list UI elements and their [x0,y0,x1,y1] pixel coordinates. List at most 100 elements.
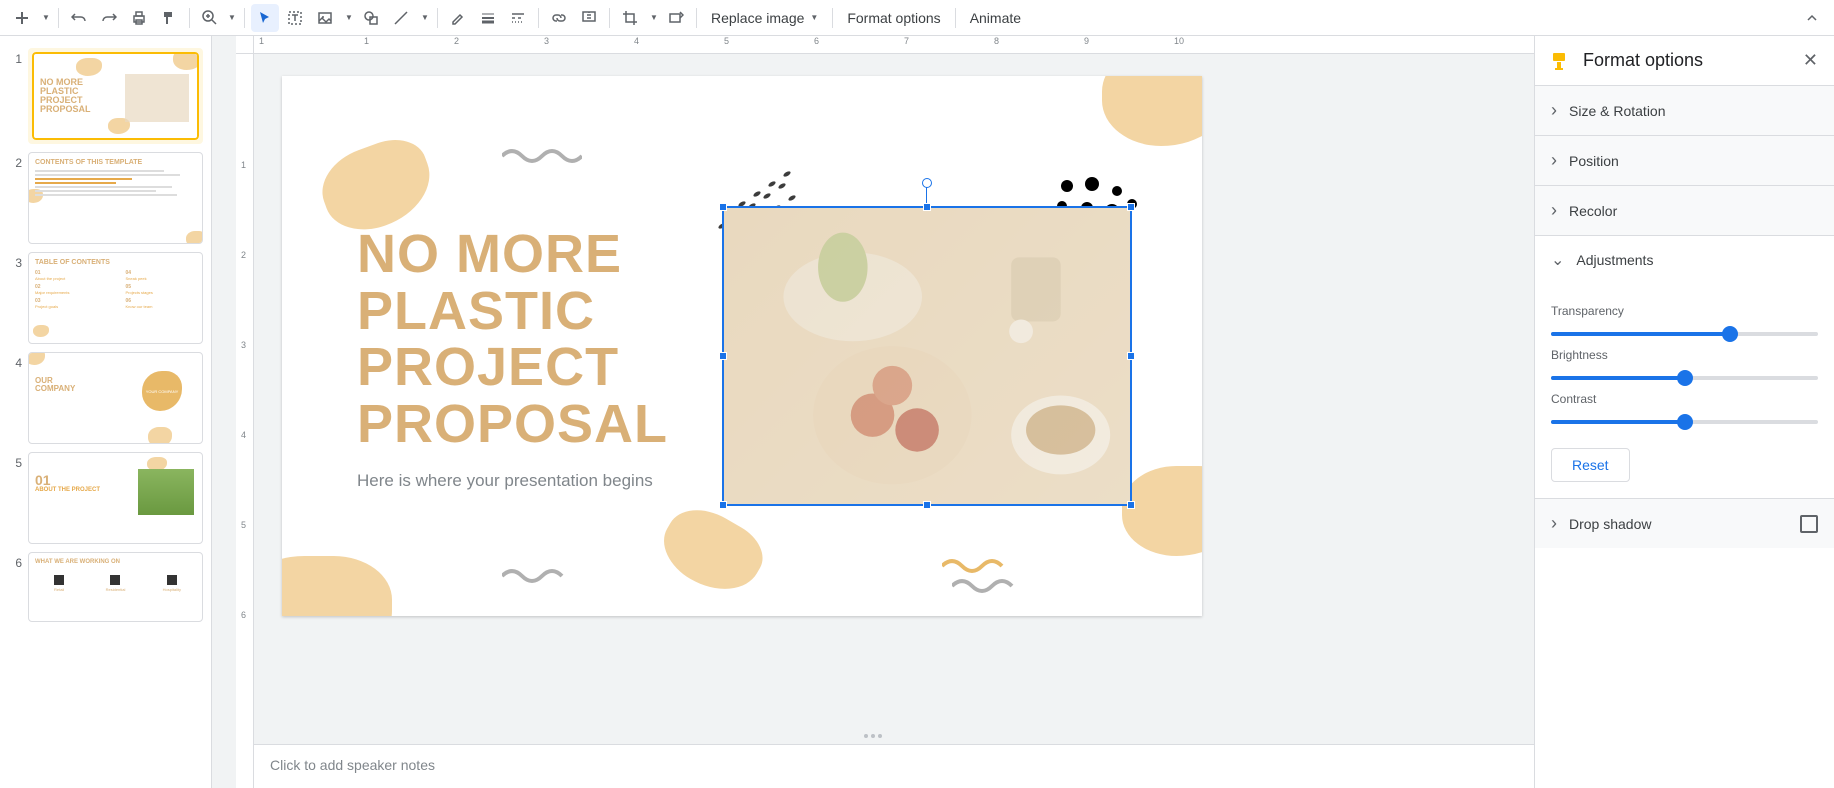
new-slide-dropdown[interactable]: ▼ [38,4,52,32]
thumb-number: 3 [8,252,22,344]
slide-thumbnails-panel: 1 NO MOREPLASTICPROJECTPROPOSAL 2 CONTEN… [0,36,212,788]
decoration-squiggle [952,576,1022,596]
separator [437,8,438,28]
decoration-blob [651,496,773,607]
section-drop-shadow[interactable]: › Drop shadow [1535,499,1834,548]
toolbar: ▼ ▼ ▼ ▼ ▼ Replace image▼ Format options … [0,0,1834,36]
chevron-right-icon: › [1551,513,1557,534]
slide-title: NO MORE PLASTIC PROJECT PROPOSAL [357,226,668,453]
resize-handle-tm[interactable] [923,203,931,211]
drop-shadow-checkbox[interactable] [1800,515,1818,533]
contrast-label: Contrast [1551,392,1818,406]
selected-image[interactable] [722,206,1132,506]
collapse-toolbar-button[interactable] [1798,4,1826,32]
section-position[interactable]: › Position [1535,136,1834,185]
resize-handle-tl[interactable] [719,203,727,211]
thumb-number: 5 [8,452,22,544]
decoration-squiggle [502,566,572,586]
section-size-rotation[interactable]: › Size & Rotation [1535,86,1834,135]
separator [538,8,539,28]
select-tool[interactable] [251,4,279,32]
shape-tool[interactable] [357,4,385,32]
decoration-squiggle [502,146,582,166]
slide-thumbnail[interactable]: TABLE OF CONTENTS 01 About the project 0… [28,252,203,344]
rotation-handle[interactable] [922,178,932,188]
brightness-label: Brightness [1551,348,1818,362]
slide-thumbnail[interactable]: 01 ABOUT THE PROJECT [28,452,203,544]
slide-thumbnail[interactable]: CONTENTS OF THIS TEMPLATE [28,152,203,244]
decoration-blob [1102,76,1202,146]
crop-button[interactable] [616,4,644,32]
vertical-ruler[interactable]: 1 2 3 4 5 6 [236,54,254,788]
separator [244,8,245,28]
thumb-number: 2 [8,152,22,244]
resize-handle-ml[interactable] [719,352,727,360]
separator [189,8,190,28]
thumb-number: 1 [8,48,22,144]
decoration-squiggle [942,556,1012,576]
resize-handle-br[interactable] [1127,501,1135,509]
thumb-number: 6 [8,552,22,622]
replace-image-button[interactable]: Replace image▼ [703,4,826,32]
brightness-slider[interactable] [1551,376,1818,380]
line-dropdown[interactable]: ▼ [417,4,431,32]
transparency-label: Transparency [1551,304,1818,318]
slide-thumbnail[interactable]: WHAT WE ARE WORKING ON Retail Residentia… [28,552,203,622]
section-adjustments[interactable]: ⌄ Adjustments [1535,236,1834,284]
border-color-button[interactable] [444,4,472,32]
paint-format-button[interactable] [155,4,183,32]
textbox-tool[interactable] [281,4,309,32]
animate-button[interactable]: Animate [962,4,1029,32]
decoration-blob [1122,466,1202,556]
zoom-dropdown[interactable]: ▼ [224,4,238,32]
separator [955,8,956,28]
close-panel-button[interactable]: ✕ [1803,50,1818,71]
undo-button[interactable] [65,4,93,32]
print-button[interactable] [125,4,153,32]
format-options-icon [1551,51,1571,71]
slide-thumbnail[interactable]: NO MOREPLASTICPROJECTPROPOSAL [32,52,199,140]
speaker-notes[interactable]: Click to add speaker notes [254,744,1534,788]
chevron-right-icon: › [1551,200,1557,221]
chevron-right-icon: › [1551,150,1557,171]
canvas-area: 1 1 2 3 4 5 6 7 8 9 10 1 2 3 4 5 6 [212,36,1534,788]
thumb-title: WHAT WE ARE WORKING ON [35,559,196,565]
separator [58,8,59,28]
format-options-button[interactable]: Format options [839,4,948,32]
section-recolor[interactable]: › Recolor [1535,186,1834,235]
border-dash-button[interactable] [504,4,532,32]
horizontal-ruler[interactable]: 1 1 2 3 4 5 6 7 8 9 10 [254,36,1534,54]
link-button[interactable] [545,4,573,32]
panel-title: Format options [1583,50,1791,71]
border-weight-button[interactable] [474,4,502,32]
chevron-down-icon: ⌄ [1551,250,1564,270]
thumb-title: TABLE OF CONTENTS [35,259,196,266]
crop-dropdown[interactable]: ▼ [646,4,660,32]
separator [696,8,697,28]
reset-button[interactable]: Reset [1551,448,1630,482]
ruler-corner [236,36,254,54]
resize-handle-bm[interactable] [923,501,931,509]
resize-handle-bl[interactable] [719,501,727,509]
slide-subtitle: Here is where your presentation begins [357,471,653,491]
zoom-button[interactable] [196,4,224,32]
notes-resize-handle[interactable] [864,734,882,738]
line-tool[interactable] [387,4,415,32]
slide-thumbnail[interactable]: OURCOMPANY YOUR COMPANY [28,352,203,444]
thumb-number: 4 [8,352,22,444]
image-tool[interactable] [311,4,339,32]
decoration-blob [282,556,392,616]
resize-handle-tr[interactable] [1127,203,1135,211]
contrast-slider[interactable] [1551,420,1818,424]
image-dropdown[interactable]: ▼ [341,4,355,32]
redo-button[interactable] [95,4,123,32]
resize-handle-mr[interactable] [1127,352,1135,360]
separator [609,8,610,28]
reset-image-button[interactable] [662,4,690,32]
separator [832,8,833,28]
slide-canvas[interactable]: NO MORE PLASTIC PROJECT PROPOSAL Here is… [282,76,1202,616]
comment-button[interactable] [575,4,603,32]
new-slide-button[interactable] [8,4,36,32]
thumb-title: CONTENTS OF THIS TEMPLATE [35,159,196,166]
transparency-slider[interactable] [1551,332,1818,336]
